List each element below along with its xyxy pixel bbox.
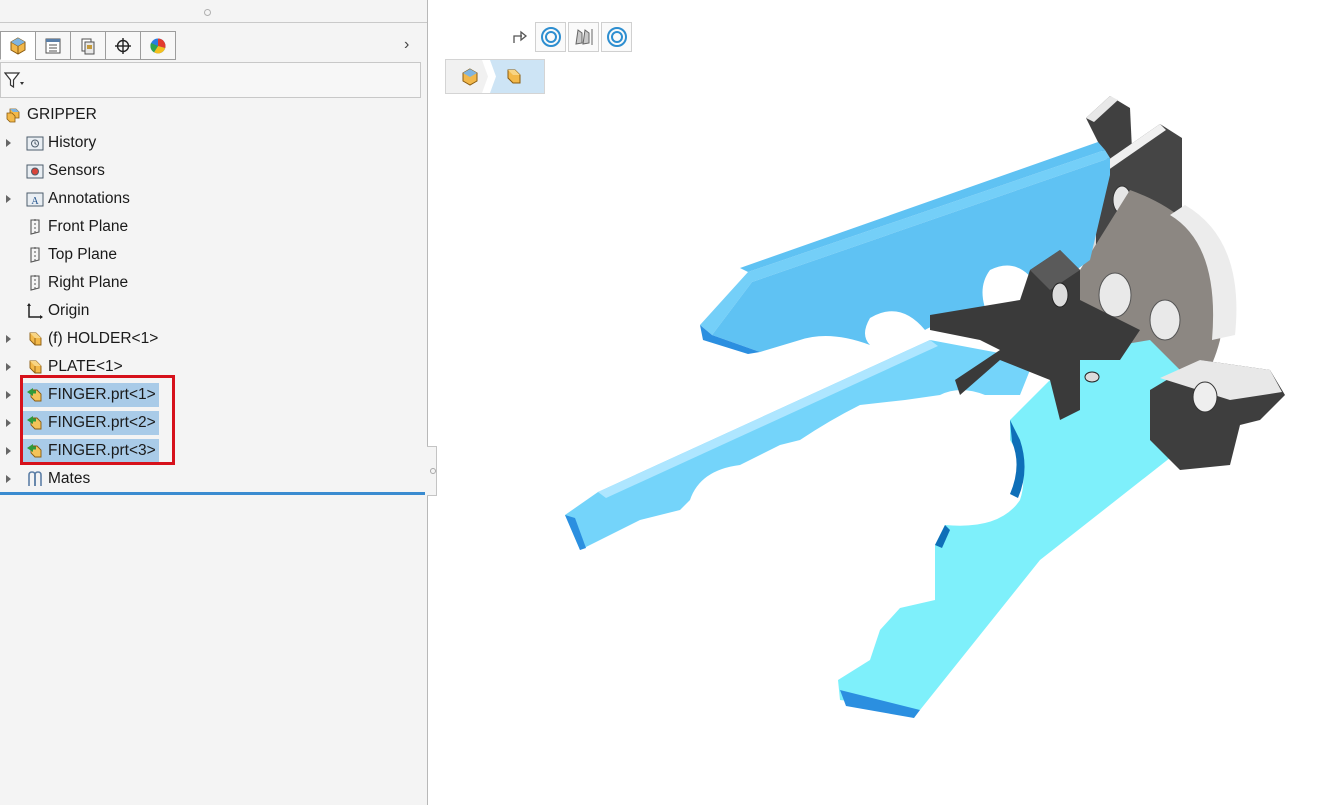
chevron-right-icon[interactable]: › — [404, 36, 409, 54]
history-folder-icon — [25, 133, 45, 153]
tree-item-annotations[interactable]: A Annotations — [6, 185, 130, 213]
panel-grip[interactable] — [204, 9, 211, 16]
plane-icon — [25, 245, 45, 265]
expand-caret-icon[interactable] — [6, 475, 11, 483]
selection-callout-box — [20, 375, 175, 465]
tree-item-label: Top Plane — [48, 246, 117, 263]
tree-item-label: (f) HOLDER<1> — [48, 330, 159, 347]
part-icon — [25, 329, 45, 349]
expand-caret-icon[interactable] — [6, 391, 11, 399]
tree-item-history[interactable]: History — [6, 129, 96, 157]
dimxpert-manager-tab[interactable] — [105, 31, 141, 60]
tree-item-label: Origin — [48, 302, 90, 319]
assembly-icon[interactable] — [460, 67, 480, 92]
expand-caret-icon[interactable] — [6, 447, 11, 455]
tree-item-label: Sensors — [48, 162, 105, 179]
tree-item-label: Annotations — [48, 190, 130, 207]
property-manager-icon — [45, 38, 61, 53]
forward-arrow-button[interactable] — [504, 22, 535, 52]
tree-root-label: GRIPPER — [27, 106, 97, 123]
tree-item-top-plane[interactable]: Top Plane — [25, 241, 117, 269]
configuration-manager-icon — [81, 38, 95, 54]
annotations-folder-icon: A — [25, 189, 45, 209]
feature-manager-tab[interactable] — [0, 31, 36, 60]
tree-item-label: History — [48, 134, 97, 151]
forward-arrow-icon — [512, 30, 527, 43]
breadcrumb-separator — [482, 60, 496, 93]
dimxpert-manager-icon — [115, 37, 131, 54]
tree-item-mates[interactable]: Mates — [6, 465, 90, 493]
feature-manager-icon — [10, 36, 26, 55]
assembly-icon — [4, 105, 24, 125]
plane-icon — [25, 273, 45, 293]
manager-tabs — [0, 31, 176, 61]
expand-caret-icon[interactable] — [6, 363, 11, 371]
expand-caret-icon[interactable] — [6, 335, 11, 343]
property-manager-tab[interactable] — [35, 31, 71, 60]
tree-item-label: Mates — [48, 470, 91, 487]
tree-item-holder[interactable]: (f) HOLDER<1> — [6, 325, 158, 353]
tree-root-gripper[interactable]: GRIPPER — [4, 101, 97, 129]
divider — [0, 22, 427, 23]
svg-text:A: A — [31, 196, 39, 207]
feature-manager-panel: › GRIPPER History Sensors A Annotations … — [0, 0, 428, 805]
mount-block-part[interactable] — [1150, 360, 1285, 470]
tree-item-origin[interactable]: Origin — [25, 297, 89, 325]
display-style-icon — [540, 27, 561, 47]
expand-caret-icon[interactable] — [6, 139, 11, 147]
gripper-assembly-model[interactable] — [540, 90, 1300, 730]
tree-item-label: PLATE<1> — [48, 358, 123, 375]
configuration-manager-tab[interactable] — [70, 31, 106, 60]
view-settings-button[interactable] — [601, 22, 632, 52]
section-view-icon — [574, 29, 592, 45]
tree-filter[interactable] — [0, 62, 421, 98]
sensors-folder-icon — [25, 161, 45, 181]
part-icon — [25, 357, 45, 377]
tree-item-sensors[interactable]: Sensors — [25, 157, 105, 185]
origin-icon — [25, 301, 45, 321]
tree-item-label: Right Plane — [48, 274, 129, 291]
selection-breadcrumb — [445, 59, 545, 94]
section-view-button[interactable] — [568, 22, 599, 52]
view-settings-icon — [606, 27, 627, 47]
expand-caret-icon[interactable] — [6, 419, 11, 427]
display-manager-icon — [150, 38, 166, 53]
rollback-bar[interactable] — [0, 492, 425, 495]
heads-up-toolbar — [504, 22, 634, 52]
tree-item-right-plane[interactable]: Right Plane — [25, 269, 128, 297]
mates-icon — [25, 469, 45, 489]
plane-icon — [25, 217, 45, 237]
filter-icon[interactable] — [4, 71, 26, 89]
tree-item-label: Front Plane — [48, 218, 129, 235]
finger-lower-part[interactable] — [565, 340, 1030, 550]
display-style-button[interactable] — [535, 22, 566, 52]
display-manager-tab[interactable] — [140, 31, 176, 60]
tree-item-front-plane[interactable]: Front Plane — [25, 213, 128, 241]
panel-splitter[interactable] — [427, 446, 437, 496]
expand-caret-icon[interactable] — [6, 195, 11, 203]
part-icon[interactable] — [504, 67, 524, 92]
